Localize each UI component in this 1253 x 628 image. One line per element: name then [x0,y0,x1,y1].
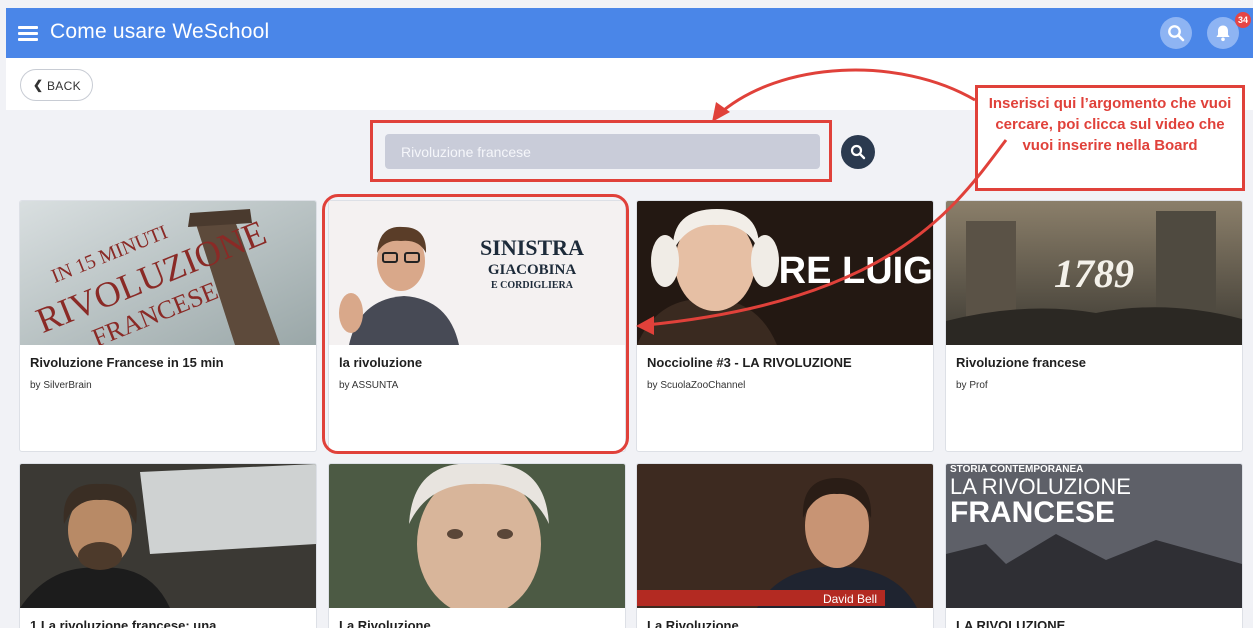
search-button[interactable] [1160,17,1192,49]
video-title: 1 La rivoluzione francese: una [30,618,217,628]
thumb-text: David Bell [823,592,877,606]
video-card[interactable]: 1 La rivoluzione francese: una [19,463,317,628]
video-thumbnail [20,464,316,608]
video-thumbnail: 1789 [946,201,1242,345]
thumb-text: GIACOBINA [488,262,577,278]
search-icon [850,144,866,160]
video-card[interactable]: SINISTRA GIACOBINA E CORDIGLIERA la rivo… [328,200,626,452]
thumb-text: FRANCESE [950,496,1115,529]
page: Come usare WeSchool 34 ❮ BACK Rivoluzion… [0,0,1253,628]
top-bar: Come usare WeSchool 34 [6,8,1253,58]
video-title: Noccioline #3 - LA RIVOLUZIONE [647,355,852,370]
chevron-left-icon: ❮ [33,78,44,92]
app-title: Come usare WeSchool [50,20,270,43]
video-card[interactable]: David Bell La Rivoluzione [636,463,934,628]
back-button[interactable]: ❮ BACK [20,69,93,101]
hamburger-icon[interactable] [18,26,38,42]
video-author: by SilverBrain [30,380,92,391]
video-thumbnail [329,464,625,608]
video-title: Rivoluzione Francese in 15 min [30,355,224,370]
video-card[interactable]: 1789 Rivoluzione francese by Prof [945,200,1243,452]
bell-icon [1216,25,1230,42]
video-thumbnail: IN 15 MINUTI RIVOLUZIONE FRANCESE [20,201,316,345]
search-icon [1168,25,1185,42]
video-thumbnail: David Bell [637,464,933,608]
back-button-label: BACK [47,79,81,93]
video-author: by ASSUNTA [339,380,399,391]
thumb-text: SINISTRA [480,235,584,260]
notification-badge: 34 [1235,12,1251,28]
video-title: La Rivoluzione [647,618,739,628]
instruction-callout: Inserisci qui l’argomento che vuoi cerca… [975,85,1245,191]
video-thumbnail: SINISTRA GIACOBINA E CORDIGLIERA [329,201,625,345]
video-author: by ScuolaZooChannel [647,380,746,391]
video-card[interactable]: La Rivoluzione [328,463,626,628]
video-card[interactable]: IN 15 MINUTI RIVOLUZIONE FRANCESE Rivolu… [19,200,317,452]
video-title: LA RIVOLUZIONE [956,618,1066,628]
video-card[interactable]: RE LUIGI Noccioline #3 - LA RIVOLUZIONE … [636,200,934,452]
video-thumbnail: RE LUIGI [637,201,933,345]
thumb-text: E CORDIGLIERA [491,280,574,291]
video-title: la rivoluzione [339,355,423,370]
search-input[interactable] [385,134,820,169]
thumb-text: 1789 [1054,251,1134,296]
thumb-text: RE LUIGI [779,250,933,292]
search-submit-button[interactable] [841,135,875,169]
video-title: Rivoluzione francese [956,355,1087,370]
video-card[interactable]: STORIA CONTEMPORANEA LA RIVOLUZIONE FRAN… [945,463,1243,628]
notifications-button[interactable] [1207,17,1239,49]
video-author: by Prof [956,380,988,391]
video-thumbnail: STORIA CONTEMPORANEA LA RIVOLUZIONE FRAN… [946,464,1242,608]
video-title: La Rivoluzione [339,618,431,628]
